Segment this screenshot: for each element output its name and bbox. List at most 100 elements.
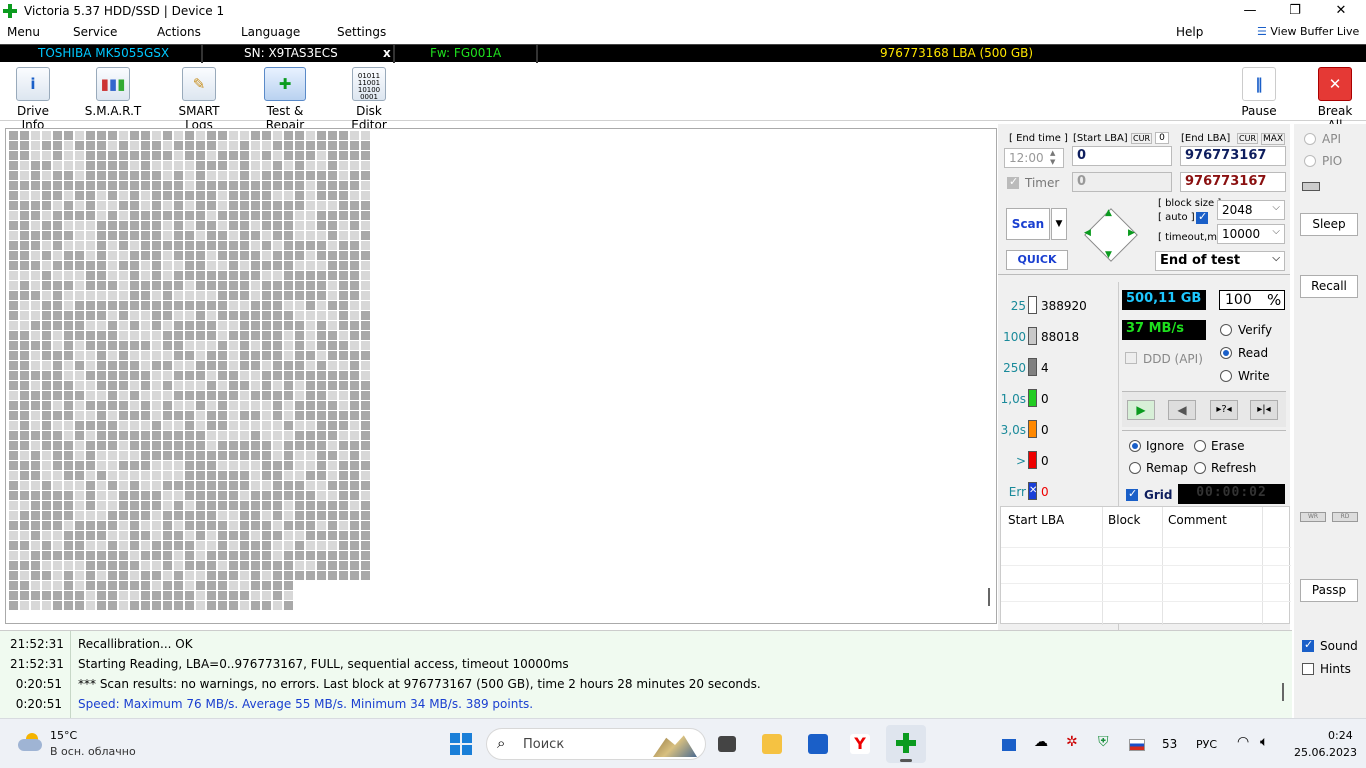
stat-color-swatch[interactable] (1028, 296, 1037, 314)
russian-flag-icon[interactable] (1129, 739, 1145, 751)
weather-desc[interactable]: В осн. облачно (50, 745, 136, 758)
grid-checkbox[interactable] (1126, 487, 1138, 501)
menu-menu[interactable]: Menu (7, 25, 40, 39)
refresh-radio[interactable] (1194, 462, 1206, 474)
block-size-select[interactable]: 2048 (1217, 200, 1285, 220)
store-icon[interactable] (808, 734, 828, 754)
notification-badge[interactable]: 53 (1162, 737, 1177, 751)
windows-start-icon[interactable] (450, 733, 472, 755)
table-header-block[interactable]: Block (1108, 513, 1140, 527)
end-lba-input[interactable]: 976773167 (1180, 146, 1286, 166)
end-time-spinner[interactable]: ▲ ▼ (1050, 149, 1055, 167)
play-button[interactable]: ▶ (1127, 400, 1155, 420)
ignore-radio[interactable] (1129, 440, 1141, 452)
scan-block (174, 271, 183, 280)
cloud-icon[interactable]: ☁ (1034, 734, 1048, 750)
view-buffer-live[interactable]: ☰ View Buffer Live (1257, 25, 1359, 38)
verify-radio[interactable] (1220, 324, 1232, 336)
scan-block (141, 351, 150, 360)
pause-button[interactable]: ‖ Pause (1238, 67, 1280, 118)
menu-help[interactable]: Help (1176, 25, 1203, 39)
minimize-button[interactable]: — (1236, 2, 1264, 20)
menu-service[interactable]: Service (73, 25, 117, 39)
sleep-button[interactable]: Sleep (1300, 213, 1358, 236)
stat-color-swatch[interactable] (1028, 389, 1037, 407)
table-header-comment[interactable]: Comment (1168, 513, 1227, 527)
scan-block (207, 511, 216, 520)
start-lba-input[interactable]: 0 (1072, 146, 1172, 166)
erase-radio[interactable] (1194, 440, 1206, 452)
seek-unknown-button[interactable]: ▸?◂ (1210, 400, 1238, 420)
volume-icon[interactable]: 🔈︎ (1260, 734, 1268, 750)
close-button[interactable]: ✕ (1327, 2, 1355, 20)
file-explorer-icon[interactable] (762, 734, 782, 754)
scan-block (86, 261, 95, 270)
dpad-up-arrow[interactable]: ▲ (1105, 208, 1112, 218)
stat-color-swatch[interactable] (1028, 358, 1037, 376)
dpad-left-arrow[interactable]: ◀ (1084, 228, 1091, 238)
quick-button[interactable]: QUICK (1006, 250, 1068, 270)
read-radio[interactable] (1220, 347, 1232, 359)
scan-block (262, 491, 271, 500)
clock-time[interactable]: 0:24 (1328, 729, 1353, 742)
hints-checkbox[interactable] (1302, 663, 1314, 675)
maximize-button[interactable]: ❐ (1281, 2, 1309, 20)
break-all-button[interactable]: ✕ Break All (1310, 67, 1360, 132)
log-scrollbar[interactable] (1282, 683, 1284, 701)
skip-end-button[interactable]: ▸|◂ (1250, 400, 1278, 420)
shield-icon[interactable]: ⛨ (1098, 734, 1109, 750)
task-view-icon[interactable] (718, 736, 736, 752)
auto-checkbox[interactable] (1196, 210, 1208, 224)
stat-color-swatch[interactable] (1028, 327, 1037, 345)
scan-map-scrollbar[interactable] (988, 588, 990, 606)
drive-info-button[interactable]: i Drive Info (6, 67, 60, 132)
end-lba-cur[interactable]: CUR (1237, 133, 1258, 144)
write-radio[interactable] (1220, 370, 1232, 382)
menu-language[interactable]: Language (241, 25, 300, 39)
menu-actions[interactable]: Actions (157, 25, 201, 39)
stat-color-swatch[interactable]: ✕ (1028, 482, 1037, 500)
antivirus-icon[interactable]: ✲ (1066, 734, 1078, 750)
victoria-taskbar-button[interactable] (886, 725, 926, 763)
test-repair-button[interactable]: ✚ Test & Repair (247, 67, 323, 132)
scan-block (185, 571, 194, 580)
sound-checkbox[interactable] (1302, 638, 1314, 652)
disk-editor-button[interactable]: 01011 11001 10100 0001 Disk Editor (338, 67, 400, 132)
clock-date[interactable]: 25.06.2023 (1294, 746, 1357, 759)
scan-dropdown[interactable]: ▼ (1051, 208, 1067, 240)
end-lba-max[interactable]: MAX (1261, 133, 1286, 145)
dpad-right-arrow[interactable]: ▶ (1128, 228, 1135, 238)
timeout-select[interactable]: 10000 (1217, 224, 1285, 244)
end-of-test-select[interactable]: End of test (1155, 251, 1285, 271)
stat-color-swatch[interactable] (1028, 451, 1037, 469)
remap-radio[interactable] (1129, 462, 1141, 474)
scan-button[interactable]: Scan (1006, 208, 1050, 240)
device-model[interactable]: TOSHIBA MK5055GSX (38, 46, 169, 61)
scan-block (130, 341, 139, 350)
scan-block (86, 541, 95, 550)
dpad-down-arrow[interactable]: ▼ (1105, 250, 1112, 260)
ddd-checkbox[interactable] (1125, 352, 1137, 364)
device-close[interactable]: x (383, 46, 391, 61)
pio-radio[interactable] (1304, 155, 1316, 167)
weather-temp[interactable]: 15°C (50, 729, 77, 742)
timer-checkbox[interactable] (1007, 175, 1019, 189)
start-lba-cur[interactable]: CUR (1131, 133, 1152, 144)
wifi-icon[interactable]: ◠ (1237, 734, 1249, 750)
taskbar-search[interactable]: ⌕ Поиск (486, 728, 706, 760)
input-language[interactable]: РУС (1196, 738, 1217, 751)
table-header-start-lba[interactable]: Start LBA (1008, 513, 1064, 527)
scan-block (295, 351, 304, 360)
smart-button[interactable]: ▮▮▮ S.M.A.R.T (84, 67, 142, 118)
recall-button[interactable]: Recall (1300, 275, 1358, 298)
weather-cloud-icon[interactable] (18, 733, 44, 753)
yandex-browser-icon[interactable]: Y (850, 734, 870, 754)
stat-color-swatch[interactable] (1028, 420, 1037, 438)
rewind-button[interactable]: ◀ (1168, 400, 1196, 420)
passp-button[interactable]: Passp (1300, 579, 1358, 602)
menu-settings[interactable]: Settings (337, 25, 386, 39)
network-monitor-icon[interactable] (1002, 739, 1016, 751)
smart-logs-button[interactable]: ✎ SMART Logs (163, 67, 235, 132)
end-lba-value[interactable]: 976773167 (1180, 172, 1286, 192)
api-radio[interactable] (1304, 133, 1316, 145)
